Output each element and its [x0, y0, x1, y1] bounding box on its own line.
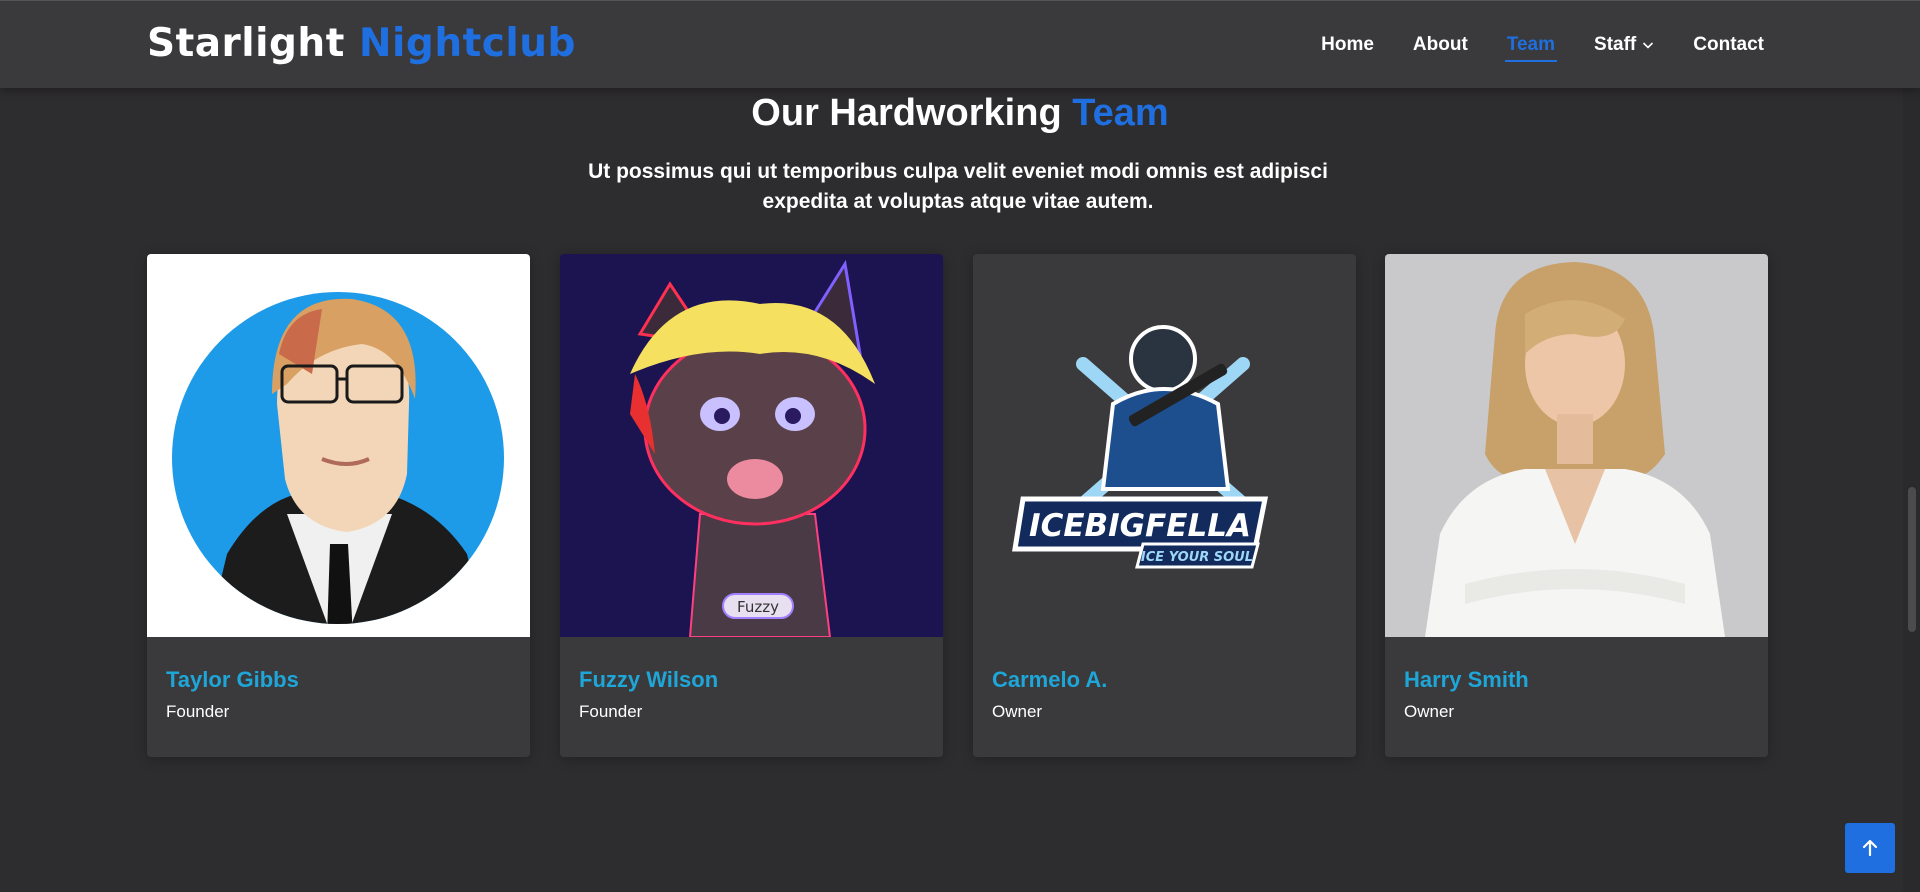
member-photo: ICEBIGFELLA ICE YOUR SOUL [973, 254, 1356, 637]
ice-logo-title: ICEBIGFELLA [1029, 508, 1251, 544]
section-title-main: Our Hardworking [751, 92, 1062, 134]
back-to-top-button[interactable] [1845, 823, 1895, 873]
nav-item-about[interactable]: About [1413, 25, 1468, 65]
site-logo[interactable]: Starlight Nightclub [147, 21, 576, 66]
furry-character-image: Fuzzy [560, 254, 943, 637]
logo-accent-text: Nightclub [358, 21, 576, 66]
woman-portrait-image [1385, 254, 1768, 637]
section-title: Our Hardworking Team [0, 92, 1920, 135]
member-photo [147, 254, 530, 637]
main-navigation: Home About Team Staff Contact [1282, 1, 1764, 89]
team-grid: Taylor Gibbs Founder Fuzzy Fuzzy Wilson … [147, 254, 1768, 757]
chevron-down-icon [1643, 42, 1654, 49]
nav-item-contact[interactable]: Contact [1693, 25, 1764, 65]
team-member-card: Harry Smith Owner [1385, 254, 1768, 757]
member-name[interactable]: Fuzzy Wilson [579, 667, 718, 693]
scrollbar-thumb[interactable] [1908, 487, 1916, 632]
fuzzy-tag-text: Fuzzy [737, 598, 779, 616]
nav-item-staff-label: Staff [1594, 34, 1637, 55]
member-role: Owner [992, 702, 1043, 721]
icebigfella-logo-image: ICEBIGFELLA ICE YOUR SOUL [973, 254, 1356, 637]
member-name[interactable]: Harry Smith [1404, 667, 1529, 693]
member-role: Owner [1404, 702, 1455, 721]
team-member-card: ICEBIGFELLA ICE YOUR SOUL Carmelo A. Own… [973, 254, 1356, 757]
arrow-up-icon [1862, 839, 1878, 857]
logo-main-text: Starlight [147, 21, 345, 66]
member-name[interactable]: Carmelo A. [992, 667, 1107, 693]
member-role: Founder [579, 702, 643, 721]
team-member-card: Taylor Gibbs Founder [147, 254, 530, 757]
section-title-accent: Team [1072, 92, 1169, 134]
site-header: Starlight Nightclub Home About Team Staf… [0, 0, 1920, 88]
member-name[interactable]: Taylor Gibbs [166, 667, 299, 693]
nav-item-team[interactable]: Team [1504, 25, 1558, 65]
section-description: Ut possimus qui ut temporibus culpa veli… [588, 160, 1328, 213]
ice-logo-subtitle: ICE YOUR SOUL [1141, 550, 1253, 565]
page-scrollbar[interactable] [1903, 0, 1920, 892]
member-photo [1385, 254, 1768, 637]
nav-item-staff[interactable]: Staff [1594, 25, 1654, 65]
team-member-card: Fuzzy Fuzzy Wilson Founder [560, 254, 943, 757]
member-role: Founder [166, 702, 230, 721]
member-photo: Fuzzy [560, 254, 943, 637]
cartoon-portrait-image [147, 254, 530, 637]
nav-item-home[interactable]: Home [1321, 25, 1374, 65]
